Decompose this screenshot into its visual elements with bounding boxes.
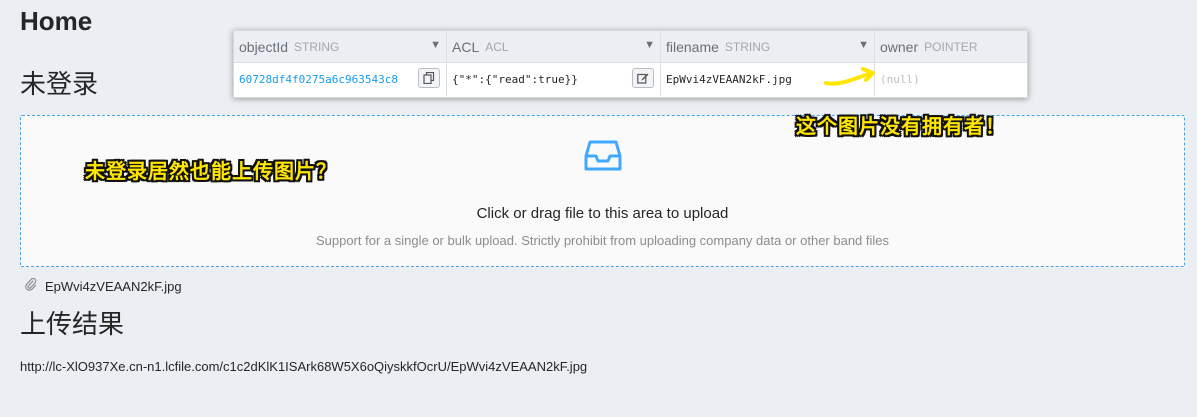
column-header-objectid[interactable]: objectId STRING ▼ — [234, 31, 447, 62]
copy-icon[interactable] — [418, 68, 440, 88]
cell-objectid[interactable]: 60728df4f0275a6c963543c8 — [234, 63, 447, 96]
column-name: filename — [666, 38, 719, 55]
upload-instruction: Click or drag file to this area to uploa… — [476, 205, 729, 222]
inbox-icon — [584, 136, 622, 179]
uploaded-file-name[interactable]: EpWvi4zVEAAN2kF.jpg — [45, 279, 182, 294]
table-row[interactable]: 60728df4f0275a6c963543c8 {"*":{"read":tr… — [234, 63, 1027, 96]
upload-hint: Support for a single or bulk upload. Str… — [315, 233, 890, 248]
column-name: objectId — [239, 38, 289, 55]
table-header: objectId STRING ▼ ACL ACL ▼ filename STR… — [234, 31, 1027, 63]
column-name: ACL — [452, 38, 480, 55]
page-title: Home — [20, 6, 93, 36]
result-url[interactable]: http://lc-XlO937Xe.cn-n1.lcfile.com/c1c2… — [20, 359, 587, 374]
column-header-owner[interactable]: owner POINTER — [875, 31, 1027, 62]
column-header-filename[interactable]: filename STRING ▼ — [661, 31, 875, 62]
data-browser-table: objectId STRING ▼ ACL ACL ▼ filename STR… — [233, 30, 1028, 98]
column-header-acl[interactable]: ACL ACL ▼ — [447, 31, 661, 62]
arrow-icon — [824, 67, 875, 86]
column-type: STRING — [724, 39, 771, 54]
upload-dropzone[interactable]: Click or drag file to this area to uploa… — [20, 115, 1185, 267]
acl-value: {"*":{"read":true}} — [452, 73, 578, 86]
owner-value: (null) — [880, 73, 920, 86]
annotation-left: 未登录居然也能上传图片？ — [85, 159, 337, 183]
object-id-link[interactable]: 60728df4f0275a6c963543c8 — [239, 73, 398, 86]
column-menu-icon[interactable]: ▼ — [430, 39, 441, 51]
result-heading: 上传结果 — [20, 310, 125, 340]
filename-value: EpWvi4zVEAAN2kF.jpg — [666, 73, 792, 86]
annotation-right: 这个图片没有拥有者！ — [796, 114, 1006, 138]
column-name: owner — [880, 38, 919, 55]
edit-icon[interactable] — [632, 68, 654, 88]
cell-owner[interactable]: (null) — [875, 63, 1027, 96]
paperclip-icon — [25, 277, 37, 294]
column-menu-icon[interactable]: ▼ — [644, 39, 655, 51]
cell-acl[interactable]: {"*":{"read":true}} — [447, 63, 661, 96]
column-type: ACL — [485, 39, 509, 54]
login-status-heading: 未登录 — [20, 70, 99, 100]
uploaded-file-item[interactable]: EpWvi4zVEAAN2kF.jpg — [25, 277, 182, 294]
column-type: STRING — [294, 39, 340, 54]
column-type: POINTER — [924, 39, 978, 54]
column-menu-icon[interactable]: ▼ — [858, 39, 869, 51]
